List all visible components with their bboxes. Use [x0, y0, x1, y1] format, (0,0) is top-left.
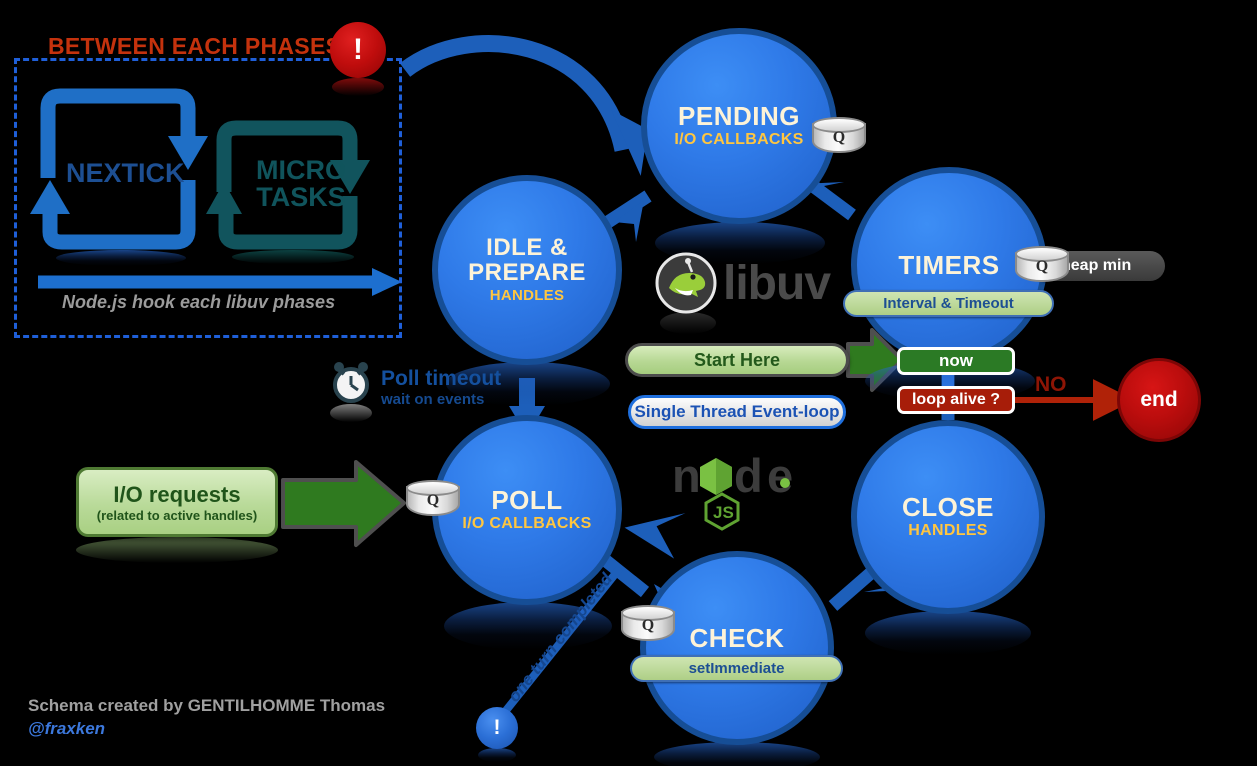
loop-alive-box: loop alive ? [897, 386, 1015, 414]
timers-queue-icon: Q [1015, 246, 1069, 286]
phase-close-title: CLOSE [901, 491, 995, 522]
check-queue-icon: Q [621, 605, 675, 645]
libuv-wordmark: libuv [723, 256, 831, 310]
svg-text:e: e [767, 450, 793, 502]
phase-pending-title: PENDING [678, 100, 800, 131]
poll-queue-icon: Q [406, 480, 460, 520]
nodejs-logo-icon: n d e JS [672, 449, 793, 531]
svg-text:n: n [672, 450, 701, 502]
microtasks-line-1: MICRO [256, 155, 346, 185]
end-node: end [1117, 358, 1201, 442]
between-phases-title: BETWEEN EACH PHASES [48, 33, 342, 59]
phase-pending[interactable]: PENDING I/O CALLBACKS [641, 28, 837, 224]
phase-idle-title-line-2: PREPARE [468, 258, 586, 286]
phase-check-title: CHECK [689, 622, 785, 653]
timers-tag-interval-timeout: Interval & Timeout [843, 290, 1054, 317]
diagram-canvas: BETWEEN EACH PHASES ! NEXTICK MICRO TASK… [0, 0, 1257, 766]
now-box: now [897, 347, 1015, 375]
svg-text:d: d [734, 450, 763, 502]
phase-close-subtitle: HANDLES [908, 522, 988, 540]
io-requests-box: I/O requests (related to active handles) [76, 467, 278, 537]
check-tag-setimmediate: setImmediate [630, 655, 843, 682]
libuv-logo: libuv [655, 252, 831, 314]
timers-queue-label: Q [1035, 258, 1049, 275]
io-requests-title: I/O requests [113, 481, 241, 507]
phase-check[interactable]: CHECK HANDLES [640, 551, 834, 745]
pending-queue-label: Q [832, 129, 846, 146]
phase-pending-subtitle: I/O CALLBACKS [674, 131, 804, 149]
warning-badge-icon: ! [330, 22, 386, 78]
nextick-label: NEXTICK [66, 158, 185, 188]
pending-queue-icon: Q [812, 117, 866, 157]
svg-text:JS: JS [713, 503, 734, 522]
hook-caption: Node.js hook each libuv phases [62, 292, 336, 312]
microtasks-line-2: TASKS [256, 182, 346, 212]
turn-badge-icon: ! [476, 707, 518, 749]
phase-idle-prepare[interactable]: IDLE & PREPARE HANDLES [432, 175, 622, 365]
microtasks-label: MICRO TASKS [246, 157, 356, 211]
phase-close[interactable]: CLOSE HANDLES [851, 420, 1045, 614]
phase-poll[interactable]: POLL I/O CALLBACKS [432, 415, 622, 605]
phase-idle-subtitle: HANDLES [489, 287, 565, 305]
alarm-clock-icon [333, 362, 369, 403]
no-label: NO [1035, 373, 1067, 396]
libuv-dino-icon [655, 252, 717, 314]
nodejs-logo: n d e JS [672, 449, 800, 551]
credit-author: Schema created by GENTILHOMME Thomas [28, 696, 386, 715]
single-thread-event-loop-pill: Single Thread Event-loop [628, 395, 846, 429]
phase-poll-title: POLL [491, 484, 563, 515]
check-queue-label: Q [641, 617, 655, 634]
io-requests-subtitle: (related to active handles) [96, 507, 258, 523]
poll-timeout-sublabel: wait on events [381, 391, 485, 408]
phase-timers-title: TIMERS [898, 249, 1000, 280]
credit-handle[interactable]: @fraxken [28, 719, 105, 739]
poll-queue-label: Q [426, 492, 440, 509]
poll-timeout-label: Poll timeout [381, 367, 502, 390]
phase-poll-subtitle: I/O CALLBACKS [462, 515, 592, 533]
start-here-button[interactable]: Start Here [625, 343, 849, 377]
phase-idle-title-line-1: IDLE & [486, 233, 568, 261]
